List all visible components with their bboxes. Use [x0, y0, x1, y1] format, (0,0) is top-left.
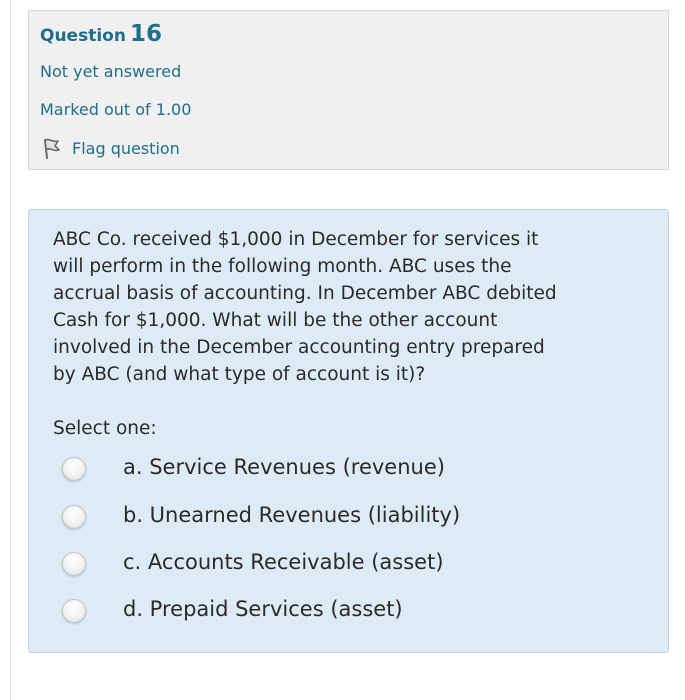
answer-option-c[interactable]: c. Accounts Receivable (asset) [59, 546, 639, 582]
select-one-prompt: Select one: [53, 418, 157, 439]
answer-option-label[interactable]: d. Prepaid Services (asset) [123, 597, 403, 621]
question-body: ABC Co. received $1,000 in December for … [28, 209, 669, 653]
quiz-page: Question 16 Not yet answered Marked out o… [0, 0, 685, 700]
question-heading: Question 16 [40, 21, 162, 47]
question-text-line: Cash for $1,000. What will be the other … [53, 310, 498, 331]
answer-option-d[interactable]: d. Prepaid Services (asset) [59, 593, 639, 629]
question-marks: Marked out of 1.00 [40, 100, 192, 119]
question-number: 16 [129, 21, 162, 47]
answer-status: Not yet answered [40, 62, 182, 81]
page-left-border [10, 0, 11, 700]
radio-button-d[interactable] [62, 599, 86, 623]
radio-button-b[interactable] [62, 505, 86, 529]
question-text-line: will perform in the following month. ABC… [53, 256, 512, 277]
question-text: ABC Co. received $1,000 in December for … [53, 226, 643, 388]
question-text-line: ABC Co. received $1,000 in December for … [53, 229, 539, 250]
answer-option-a[interactable]: a. Service Revenues (revenue) [59, 451, 639, 487]
flag-icon [40, 137, 64, 159]
question-label: Question [40, 26, 126, 46]
radio-button-a[interactable] [62, 457, 86, 481]
question-text-line: by ABC (and what type of account is it)? [53, 364, 426, 385]
answer-option-b[interactable]: b. Unearned Revenues (liability) [59, 499, 639, 535]
question-text-line: involved in the December accounting entr… [53, 337, 545, 358]
question-info-panel: Question 16 Not yet answered Marked out o… [28, 10, 669, 170]
flag-question-link[interactable]: Flag question [40, 137, 180, 159]
answer-option-label[interactable]: c. Accounts Receivable (asset) [123, 550, 444, 574]
flag-question-label: Flag question [72, 138, 180, 158]
question-text-line: accrual basis of accounting. In December… [53, 283, 557, 304]
answer-option-label[interactable]: b. Unearned Revenues (liability) [123, 503, 460, 527]
radio-button-c[interactable] [62, 552, 86, 576]
answer-option-label[interactable]: a. Service Revenues (revenue) [123, 455, 445, 479]
